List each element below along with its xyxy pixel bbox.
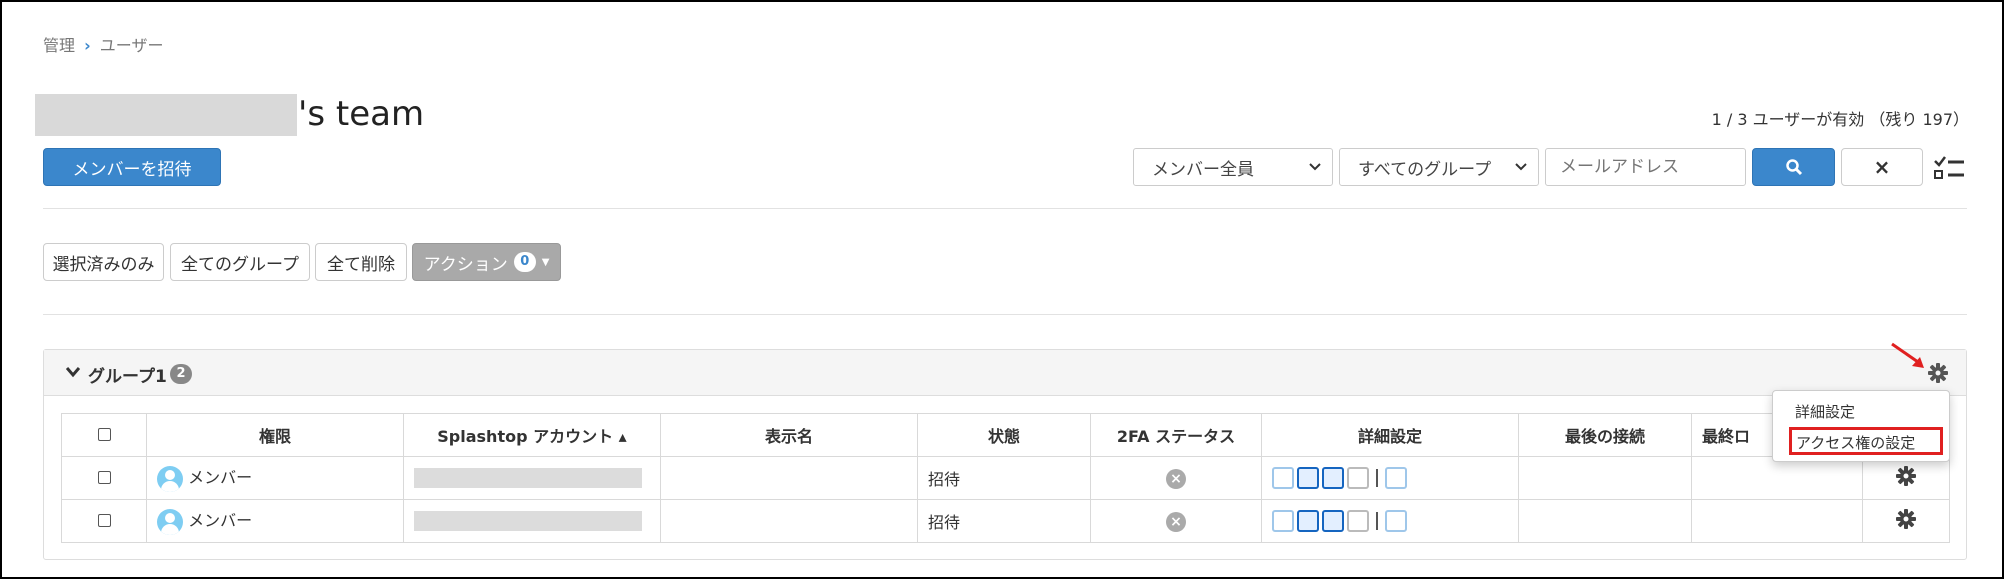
row-select-cell[interactable] bbox=[61, 499, 147, 543]
all-groups-button[interactable]: 全てのグループ bbox=[170, 243, 310, 281]
chevron-down-icon bbox=[1309, 163, 1321, 171]
column-header[interactable]: 詳細設定 bbox=[1261, 413, 1519, 457]
feature-icons bbox=[1272, 510, 1407, 532]
printer-icon[interactable] bbox=[1297, 510, 1319, 532]
row-checkbox[interactable] bbox=[97, 513, 111, 527]
team-name-redacted bbox=[35, 94, 297, 136]
row-select-cell[interactable] bbox=[61, 456, 147, 500]
clear-search-button[interactable]: × bbox=[1841, 148, 1923, 186]
users-table: 権限 Splashtop アカウント ▴ 表示名 状態 2FA ステータス 詳細… bbox=[61, 413, 1950, 543]
caret-down-icon: ▼ bbox=[541, 256, 550, 268]
account-redacted bbox=[414, 468, 642, 489]
member-filter-select[interactable]: メンバー全員 bbox=[1133, 148, 1333, 186]
feature-icons bbox=[1272, 467, 1407, 489]
clear-all-button[interactable]: 全て削除 bbox=[315, 243, 407, 281]
group-count-badge: 2 bbox=[170, 364, 192, 384]
security-icon[interactable] bbox=[1385, 467, 1407, 489]
separator bbox=[1376, 469, 1378, 487]
row-settings-cell[interactable] bbox=[1862, 456, 1950, 500]
row-settings-cell[interactable] bbox=[1862, 499, 1950, 543]
last-login-cell bbox=[1691, 456, 1863, 500]
separator bbox=[1376, 512, 1378, 530]
search-button[interactable] bbox=[1752, 148, 1835, 186]
group-panel: グループ1 2 権限 Splashtop アカウント ▴ 表示名 状態 2FA … bbox=[43, 349, 1967, 560]
group-name: グループ1 bbox=[88, 367, 167, 387]
last-connection-cell bbox=[1518, 456, 1692, 500]
column-header[interactable]: 最後の接続 bbox=[1518, 413, 1692, 457]
actions-dropdown-button[interactable]: アクション 0 ▼ bbox=[412, 243, 561, 281]
display-name-cell bbox=[660, 456, 918, 500]
breadcrumb-current: ユーザー bbox=[99, 36, 164, 55]
chevron-down-icon[interactable] bbox=[66, 366, 80, 378]
role-cell: メンバー bbox=[146, 499, 404, 543]
printer-icon[interactable] bbox=[1297, 467, 1319, 489]
gear-icon[interactable] bbox=[1927, 362, 1949, 384]
page-frame: 管理 › ユーザー 's team 1 / 3 ユーザーが有効 （残り 197）… bbox=[0, 0, 2004, 579]
last-connection-cell bbox=[1518, 499, 1692, 543]
settings-dropdown-menu: 詳細設定 アクセス権の設定 bbox=[1772, 390, 1950, 462]
gear-icon[interactable] bbox=[1895, 508, 1917, 530]
security-icon[interactable] bbox=[1385, 510, 1407, 532]
group-filter-select[interactable]: すべてのグループ bbox=[1339, 148, 1539, 186]
chat-icon[interactable] bbox=[1347, 467, 1369, 489]
file-transfer-icon[interactable] bbox=[1322, 467, 1344, 489]
table-row: メンバー 招待 × bbox=[61, 456, 1950, 500]
row-checkbox[interactable] bbox=[97, 470, 111, 484]
file-transfer-icon[interactable] bbox=[1322, 510, 1344, 532]
checklist-icon[interactable] bbox=[1932, 154, 1966, 182]
avatar bbox=[157, 465, 183, 492]
table-row: メンバー 招待 × bbox=[61, 499, 1950, 543]
group-panel-header[interactable]: グループ1 2 bbox=[44, 350, 1966, 396]
2fa-cell: × bbox=[1090, 456, 1262, 500]
chat-icon[interactable] bbox=[1347, 510, 1369, 532]
divider bbox=[43, 314, 1967, 315]
gear-icon[interactable] bbox=[1895, 465, 1917, 487]
breadcrumb: 管理 › ユーザー bbox=[43, 32, 163, 56]
avatar bbox=[157, 508, 183, 535]
close-circle-icon: × bbox=[1166, 468, 1186, 489]
page-title: 's team bbox=[298, 94, 425, 134]
selected-only-button[interactable]: 選択済みのみ bbox=[43, 243, 164, 281]
role-cell: メンバー bbox=[146, 456, 404, 500]
account-redacted bbox=[414, 511, 642, 532]
annotation-arrow-icon bbox=[1891, 342, 1924, 368]
status-cell: 招待 bbox=[917, 456, 1091, 500]
breadcrumb-chevron-icon: › bbox=[84, 36, 91, 55]
display-name-cell bbox=[660, 499, 918, 543]
select-all-checkbox[interactable] bbox=[97, 427, 111, 441]
role-label: メンバー bbox=[188, 468, 253, 488]
features-cell bbox=[1261, 456, 1519, 500]
search-icon bbox=[1785, 159, 1802, 176]
table-header-row: 権限 Splashtop アカウント ▴ 表示名 状態 2FA ステータス 詳細… bbox=[61, 413, 1950, 457]
role-label: メンバー bbox=[188, 511, 253, 531]
features-cell bbox=[1261, 499, 1519, 543]
divider bbox=[43, 208, 1967, 209]
breadcrumb-root[interactable]: 管理 bbox=[43, 36, 75, 55]
remote-access-icon[interactable] bbox=[1272, 510, 1294, 532]
actions-count-badge: 0 bbox=[513, 252, 536, 272]
column-header[interactable]: 2FA ステータス bbox=[1090, 413, 1262, 457]
user-count: 1 / 3 ユーザーが有効 （残り 197） bbox=[1711, 110, 1969, 129]
column-header[interactable]: 表示名 bbox=[660, 413, 918, 457]
column-header[interactable]: 状態 bbox=[917, 413, 1091, 457]
column-header[interactable]: Splashtop アカウント ▴ bbox=[403, 413, 661, 457]
group-filter-value: すべてのグループ bbox=[1358, 159, 1492, 180]
member-filter-value: メンバー全員 bbox=[1152, 159, 1254, 180]
invite-member-button[interactable]: メンバーを招待 bbox=[43, 148, 221, 186]
email-search-input[interactable] bbox=[1545, 148, 1746, 186]
access-permission-menu-item[interactable]: アクセス権の設定 bbox=[1789, 427, 1943, 455]
column-header[interactable]: 権限 bbox=[146, 413, 404, 457]
account-cell bbox=[403, 456, 661, 500]
advanced-settings-menu-item[interactable]: 詳細設定 bbox=[1795, 401, 1855, 422]
remote-access-icon[interactable] bbox=[1272, 467, 1294, 489]
status-cell: 招待 bbox=[917, 499, 1091, 543]
account-cell bbox=[403, 499, 661, 543]
close-circle-icon: × bbox=[1166, 511, 1186, 532]
last-login-cell bbox=[1691, 499, 1863, 543]
select-all-cell[interactable] bbox=[61, 413, 147, 457]
2fa-cell: × bbox=[1090, 499, 1262, 543]
actions-label: アクション bbox=[423, 254, 508, 275]
chevron-down-icon bbox=[1515, 163, 1527, 171]
